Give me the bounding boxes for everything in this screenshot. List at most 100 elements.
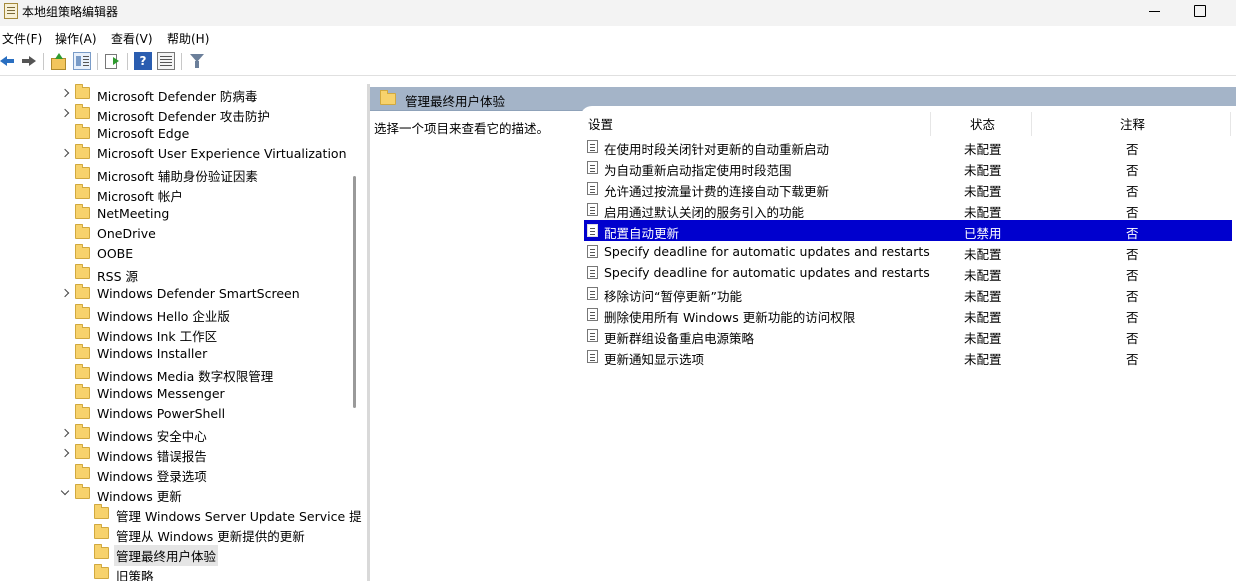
column-separator[interactable] (1031, 112, 1032, 136)
tree-node-label: Windows PowerShell (97, 406, 226, 421)
tree-node-messenger[interactable]: Windows Messenger (60, 384, 366, 404)
export-list-icon[interactable] (103, 52, 121, 70)
column-separator[interactable] (1230, 112, 1231, 136)
tree-node-ink[interactable]: Windows Ink 工作区 (60, 324, 366, 344)
up-folder-icon[interactable] (49, 52, 67, 70)
policy-state: 未配置 (964, 352, 1002, 367)
tree-node-smartscreen[interactable]: Windows Defender SmartScreen (60, 284, 366, 304)
tree-node-label: Windows Media 数字权限管理 (97, 369, 274, 384)
tree-node-onedrive[interactable]: OneDrive (60, 224, 366, 244)
tree-node-defender-exploit-guard[interactable]: Microsoft Defender 攻击防护 (60, 104, 366, 124)
tree-node-netmeeting[interactable]: NetMeeting (60, 204, 366, 224)
maximize-icon[interactable] (1189, 0, 1209, 22)
policy-state: 未配置 (964, 184, 1002, 199)
back-arrow-icon[interactable] (0, 52, 18, 70)
policy-row[interactable]: 更新群组设备重启电源策略 未配置 否 (584, 325, 1232, 346)
tree-node-windows-update[interactable]: Windows 更新 (60, 484, 366, 504)
tree-node-rss[interactable]: RSS 源 (60, 264, 366, 284)
policy-setting-icon (587, 182, 598, 195)
tree-node-media-drm[interactable]: Windows Media 数字权限管理 (60, 364, 366, 384)
show-tree-icon[interactable] (73, 52, 91, 70)
folder-icon (75, 444, 90, 459)
chevron-right-icon[interactable] (60, 89, 70, 99)
folder-icon (75, 344, 90, 359)
folder-icon (75, 184, 90, 199)
tree-node-label: Microsoft Edge (97, 126, 190, 141)
menu-help[interactable]: 帮助(H) (167, 30, 209, 47)
column-header-comment[interactable]: 注释 (1120, 114, 1145, 136)
policy-row[interactable]: 移除访问“暂停更新”功能 未配置 否 (584, 283, 1232, 304)
filter-icon[interactable] (188, 52, 206, 70)
tree-node-end-user-experience[interactable]: 管理最终用户体验 (79, 544, 366, 566)
tree-node-installer[interactable]: Windows Installer (60, 344, 366, 364)
folder-icon (75, 324, 90, 339)
folder-icon (94, 544, 109, 559)
tree-node-uev[interactable]: Microsoft User Experience Virtualization (60, 144, 366, 164)
policy-name: 更新群组设备重启电源策略 (604, 331, 755, 346)
chevron-right-icon[interactable] (60, 289, 70, 299)
chevron-right-icon[interactable] (60, 149, 70, 159)
tree-node-manage-updates[interactable]: 管理从 Windows 更新提供的更新 (79, 524, 366, 544)
policy-row[interactable]: Specify deadline for automatic updates a… (584, 262, 1232, 283)
properties-icon[interactable] (157, 52, 175, 70)
menu-action[interactable]: 操作(A) (55, 30, 97, 47)
tree-node-label: OneDrive (97, 226, 156, 241)
policy-row[interactable]: 允许通过按流量计费的连接自动下载更新 未配置 否 (584, 178, 1232, 199)
folder-icon (75, 84, 90, 99)
folder-icon (94, 524, 109, 539)
policy-comment: 否 (1126, 184, 1139, 199)
tree-scrollbar[interactable] (353, 176, 356, 408)
tree-node-powershell[interactable]: Windows PowerShell (60, 404, 366, 424)
policy-row[interactable]: 启用通过默认关闭的服务引入的功能 未配置 否 (584, 199, 1232, 220)
tree-node-label: Microsoft 帐户 (97, 189, 183, 204)
tree-node-label: NetMeeting (97, 206, 170, 221)
help-icon[interactable]: ? (134, 52, 152, 70)
title-bar: 本地组策略编辑器 (0, 0, 1236, 26)
policy-setting-icon (587, 350, 598, 363)
tree-node-label: Microsoft Defender 防病毒 (97, 89, 258, 104)
tree-node-hello[interactable]: Windows Hello 企业版 (60, 304, 366, 324)
tree-node-error-reporting[interactable]: Windows 错误报告 (60, 444, 366, 464)
chevron-right-icon[interactable] (60, 109, 70, 119)
tree-node-security-center[interactable]: Windows 安全中心 (60, 424, 366, 444)
policy-row[interactable]: 删除使用所有 Windows 更新功能的访问权限 未配置 否 (584, 304, 1232, 325)
chevron-right-icon[interactable] (60, 449, 70, 459)
chevron-down-icon[interactable] (60, 489, 70, 499)
tree-node-secondary-auth[interactable]: Microsoft 辅助身份验证因素 (60, 164, 366, 184)
tree-node-edge[interactable]: Microsoft Edge (60, 124, 366, 144)
policy-comment: 否 (1126, 352, 1139, 367)
column-header-state[interactable]: 状态 (970, 114, 995, 136)
menu-view[interactable]: 查看(V) (111, 30, 153, 47)
menu-file[interactable]: 文件(F) (2, 30, 42, 47)
tree-node-defender-antivirus[interactable]: Microsoft Defender 防病毒 (60, 84, 366, 104)
tree-node-oobe[interactable]: OOBE (60, 244, 366, 264)
policy-state: 未配置 (964, 289, 1002, 304)
folder-icon (380, 90, 396, 105)
tree-node-label: 管理最终用户体验 (114, 545, 219, 566)
minimize-icon[interactable] (1145, 0, 1165, 22)
tree-node-label: Windows 错误报告 (97, 449, 207, 464)
tree-node-label: Windows Defender SmartScreen (97, 286, 300, 301)
policy-name: 删除使用所有 Windows 更新功能的访问权限 (604, 310, 856, 325)
tree-node-microsoft-account[interactable]: Microsoft 帐户 (60, 184, 366, 204)
column-header-setting[interactable]: 设置 (588, 114, 613, 136)
forward-arrow-icon[interactable] (20, 52, 38, 70)
policy-row[interactable]: 为自动重新启动指定使用时段范围 未配置 否 (584, 157, 1232, 178)
chevron-right-icon[interactable] (60, 429, 70, 439)
policy-row[interactable]: 更新通知显示选项 未配置 否 (584, 346, 1232, 367)
tree-node-label: Windows Ink 工作区 (97, 329, 218, 344)
tree-node-logon-options[interactable]: Windows 登录选项 (60, 464, 366, 484)
column-separator[interactable] (930, 112, 931, 136)
folder-icon (75, 464, 90, 479)
policy-row[interactable]: 在使用时段关闭针对更新的自动重新启动 未配置 否 (584, 136, 1232, 157)
tree-node-label: OOBE (97, 246, 134, 261)
folder-icon (75, 364, 90, 379)
tree-node-legacy-policies[interactable]: 旧策略 (79, 564, 366, 581)
tree-node-wsus[interactable]: 管理 Windows Server Update Service 提 (79, 504, 366, 524)
policy-state: 未配置 (964, 205, 1002, 220)
toolbar-separator (181, 53, 182, 70)
policy-name: 在使用时段关闭针对更新的自动重新启动 (604, 142, 830, 157)
policy-row-selected[interactable]: 配置自动更新 已禁用 否 (584, 220, 1232, 241)
folder-icon (75, 104, 90, 119)
policy-row[interactable]: Specify deadline for automatic updates a… (584, 241, 1232, 262)
